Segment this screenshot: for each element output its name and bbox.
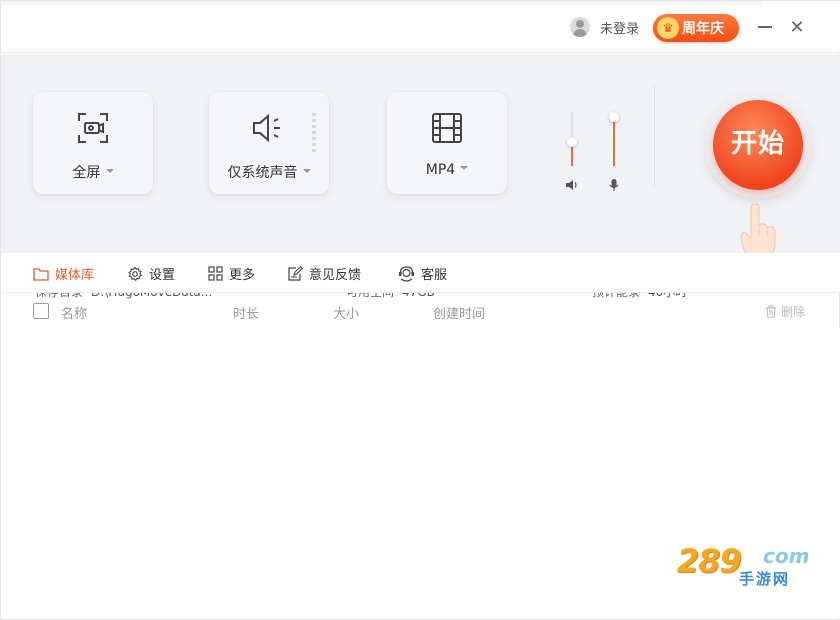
user-avatar-icon	[570, 17, 590, 37]
chevron-down-icon	[460, 166, 469, 170]
close-icon: ✕	[789, 16, 805, 38]
folder-icon	[33, 267, 49, 281]
audio-level-meter	[312, 113, 316, 153]
screen-record-icon	[33, 108, 153, 148]
login-button[interactable]: 未登录	[570, 17, 639, 37]
output-format-label: MP4	[387, 162, 507, 178]
pointing-hand-icon	[740, 204, 776, 259]
settings-label: 设置	[149, 268, 176, 283]
chevron-down-icon	[302, 169, 311, 173]
audio-source-selector[interactable]: 仅系统声音	[209, 92, 329, 194]
bottom-toolbar: 媒体库 设置 更多 意见反馈 客服	[1, 253, 840, 293]
crown-icon: ♛	[657, 17, 679, 39]
anniversary-label: 周年庆	[682, 21, 724, 37]
column-name[interactable]: 名称	[61, 303, 87, 322]
feedback-button[interactable]: 意见反馈	[288, 264, 361, 283]
slider-handle[interactable]	[609, 112, 619, 122]
recording-control-panel: 全屏 仅系统声音 MP4 开始	[1, 54, 840, 299]
column-size[interactable]: 大小	[333, 303, 359, 322]
watermark-number: 289	[677, 542, 742, 580]
customer-service-button[interactable]: 客服	[398, 264, 447, 283]
column-duration[interactable]: 时长	[233, 303, 259, 322]
start-label: 开始	[730, 128, 785, 159]
microphone-icon	[609, 179, 619, 191]
start-record-button[interactable]: 开始	[713, 100, 803, 190]
tab-media-library-label: 媒体库	[55, 268, 95, 283]
customer-service-label: 客服	[421, 268, 448, 283]
grid-icon	[208, 266, 223, 281]
anniversary-button[interactable]: ♛ 周年庆	[653, 14, 739, 42]
start-button-ring: 开始	[705, 92, 811, 198]
file-list-header: 名称 时长 大小 创建时间 删除	[1, 294, 840, 328]
feedback-label: 意见反馈	[309, 268, 362, 283]
chevron-down-icon	[105, 169, 114, 173]
film-icon	[387, 108, 507, 148]
tab-media-library[interactable]: 媒体库	[33, 264, 94, 283]
slider-handle[interactable]	[567, 137, 577, 147]
settings-button[interactable]: 设置	[127, 264, 175, 283]
close-button[interactable]: ✕	[785, 15, 809, 39]
panel-divider	[654, 86, 655, 186]
title-bar: 未登录 ♛ 周年庆 ✕	[1, 1, 840, 53]
app-window: 未登录 ♛ 周年庆 ✕ 全屏 仅系统声音 MP4 开始 媒体库 设置 更多 意见…	[0, 0, 840, 620]
speaker-volume-slider[interactable]	[566, 112, 577, 192]
watermark-subtitle: 手游网	[739, 570, 791, 588]
column-created-time[interactable]: 创建时间	[433, 303, 485, 322]
minimize-icon	[758, 26, 772, 28]
audio-source-label: 仅系统声音	[209, 162, 329, 182]
select-all-checkbox[interactable]	[33, 303, 49, 319]
delete-label: 删除	[781, 305, 806, 319]
trash-icon	[766, 305, 776, 318]
title-bar-shadow	[1, 1, 761, 7]
record-area-label: 全屏	[33, 162, 153, 182]
login-status-label: 未登录	[600, 21, 640, 37]
headset-icon	[399, 265, 414, 282]
delete-button[interactable]: 删除	[765, 303, 805, 320]
more-label: 更多	[229, 268, 256, 283]
site-watermark-logo: 289 com 手游网	[677, 542, 819, 588]
output-format-selector[interactable]: MP4	[387, 92, 507, 194]
minimize-button[interactable]	[753, 15, 777, 39]
gear-icon	[128, 266, 143, 281]
volume-icon	[566, 180, 577, 190]
speaker-icon	[209, 108, 329, 148]
record-area-selector[interactable]: 全屏	[33, 92, 153, 194]
watermark-domain: com	[763, 544, 810, 568]
microphone-volume-slider[interactable]	[609, 112, 619, 192]
more-button[interactable]: 更多	[208, 264, 255, 283]
edit-note-icon	[288, 266, 303, 281]
